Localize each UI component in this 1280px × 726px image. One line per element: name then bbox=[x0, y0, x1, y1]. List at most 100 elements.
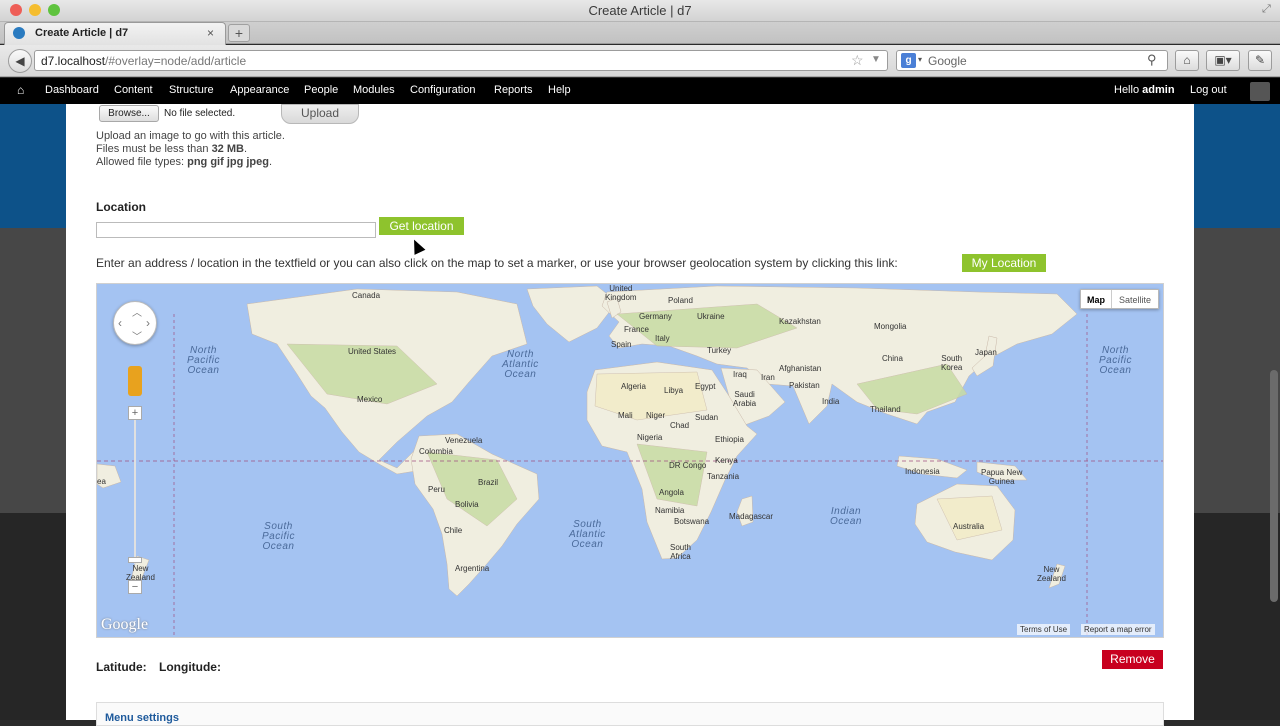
toolbar-configuration[interactable]: Configuration bbox=[410, 84, 475, 96]
url-host: d7.localhost bbox=[41, 54, 106, 68]
map-label-india: India bbox=[822, 397, 840, 406]
toolbar-modules[interactable]: Modules bbox=[353, 84, 395, 96]
map-label-united-kingdom: United Kingdom bbox=[605, 284, 637, 302]
map-label-afghanistan: Afghanistan bbox=[779, 364, 822, 373]
report-map-error-link[interactable]: Report a map error bbox=[1081, 624, 1155, 635]
map-label-chad: Chad bbox=[670, 421, 690, 430]
world-map-graphic bbox=[97, 285, 1163, 637]
map-label-mexico: Mexico bbox=[357, 395, 383, 404]
street-view-pegman-icon[interactable] bbox=[128, 366, 142, 396]
bookmarks-icon: ▣▾ bbox=[1214, 53, 1232, 67]
toolbar-username[interactable]: admin bbox=[1142, 84, 1174, 96]
pan-control[interactable]: ︿ ﹀ ‹ › bbox=[113, 301, 157, 345]
map-label-iraq: Iraq bbox=[733, 370, 747, 379]
map-type-satellite-button[interactable]: Satellite bbox=[1112, 290, 1158, 308]
map-label-kazakhstan: Kazakhstan bbox=[779, 317, 821, 326]
size-limit-suffix: . bbox=[243, 143, 248, 155]
location-input[interactable] bbox=[96, 222, 376, 238]
map-label-colombia: Colombia bbox=[419, 447, 453, 456]
map-canvas[interactable]: Canada United States Mexico Venezuela Co… bbox=[96, 283, 1164, 638]
map-label-france: France bbox=[624, 325, 649, 334]
map-label-pakistan: Pakistan bbox=[789, 381, 820, 390]
search-icon[interactable]: ⚲ bbox=[1147, 52, 1157, 68]
map-label-namibia: Namibia bbox=[655, 506, 685, 515]
remove-button[interactable]: Remove bbox=[1102, 650, 1163, 669]
home-button[interactable]: ⌂ bbox=[1175, 50, 1199, 71]
toolbar-logout[interactable]: Log out bbox=[1190, 84, 1227, 96]
map-label-argentina: Argentina bbox=[455, 564, 490, 573]
url-dropdown-icon[interactable]: ▼ bbox=[871, 54, 881, 65]
toolbar-dashboard[interactable]: Dashboard bbox=[45, 84, 99, 96]
toolbar-appearance[interactable]: Appearance bbox=[230, 84, 289, 96]
latitude-label: Latitude: bbox=[96, 660, 147, 674]
get-location-button[interactable]: Get location bbox=[379, 217, 464, 235]
map-label-tanzania: Tanzania bbox=[707, 472, 740, 481]
map-label-new-zealand: New Zealand bbox=[1037, 565, 1066, 583]
ocean-label-indian: Indian Ocean bbox=[830, 506, 862, 527]
pan-down-icon[interactable]: ﹀ bbox=[132, 328, 142, 343]
menu-settings-link[interactable]: Menu settings bbox=[105, 712, 179, 724]
toolbar-drawer-toggle[interactable] bbox=[1250, 82, 1270, 101]
map-label-madagascar: Madagascar bbox=[729, 512, 774, 521]
my-location-button[interactable]: My Location bbox=[962, 254, 1046, 272]
map-label-ukraine: Ukraine bbox=[697, 312, 725, 321]
toolbar-people[interactable]: People bbox=[304, 84, 338, 96]
pan-up-icon[interactable]: ︿ bbox=[132, 304, 142, 319]
search-bar[interactable]: g ▾ Google ⚲ bbox=[896, 50, 1168, 71]
map-label-libya: Libya bbox=[664, 386, 684, 395]
pan-right-icon[interactable]: › bbox=[146, 316, 150, 330]
map-label-poland: Poland bbox=[668, 296, 693, 305]
toolbar-structure[interactable]: Structure bbox=[169, 84, 214, 96]
page-scrollbar-thumb[interactable] bbox=[1270, 370, 1278, 602]
map-label-united-states: United States bbox=[348, 347, 397, 356]
fullscreen-icon[interactable]: ⤢ bbox=[1262, 3, 1271, 16]
bookmarks-menu-button[interactable]: ▣▾ bbox=[1206, 50, 1240, 71]
allowed-types-value: png gif jpg jpeg bbox=[187, 156, 269, 168]
admin-toolbar: ⌂ Dashboard Content Structure Appearance… bbox=[0, 78, 1280, 104]
new-tab-button[interactable]: + bbox=[228, 24, 250, 42]
browse-button[interactable]: Browse... bbox=[99, 105, 159, 122]
tab-close-icon[interactable]: × bbox=[207, 26, 214, 40]
image-help-text: Upload an image to go with this article. bbox=[96, 130, 285, 142]
bookmark-star-icon[interactable]: ☆ bbox=[851, 52, 864, 69]
map-label-australia: Australia bbox=[953, 522, 985, 531]
search-engine-dropdown-icon[interactable]: ▾ bbox=[918, 55, 922, 64]
map-label-spain: Spain bbox=[611, 340, 632, 349]
map-label-algeria: Algeria bbox=[621, 382, 646, 391]
address-bar[interactable]: d7.localhost/#overlay=node/add/article ☆… bbox=[34, 50, 888, 71]
longitude-label: Longitude: bbox=[159, 660, 221, 674]
map-label-brazil: Brazil bbox=[478, 478, 499, 487]
map-label-canada: Canada bbox=[352, 291, 381, 300]
map-label-angola: Angola bbox=[659, 488, 684, 497]
back-button[interactable]: ◀ bbox=[8, 49, 32, 73]
zoom-slider-track[interactable] bbox=[134, 414, 136, 564]
ocean-label-north-pacific-right: North Pacific Ocean bbox=[1099, 345, 1132, 376]
tab-create-article[interactable]: Create Article | d7 × bbox=[4, 22, 226, 45]
pan-left-icon[interactable]: ‹ bbox=[118, 316, 122, 330]
zoom-slider-thumb[interactable] bbox=[128, 557, 142, 563]
url-path: /#overlay=node/add/article bbox=[105, 54, 247, 68]
map-type-control: Map Satellite bbox=[1080, 289, 1159, 309]
toolbar-help[interactable]: Help bbox=[548, 84, 571, 96]
google-logo[interactable]: Google bbox=[101, 616, 148, 634]
toolbar-reports[interactable]: Reports bbox=[494, 84, 533, 96]
size-limit-value: 32 MB bbox=[211, 143, 244, 155]
back-arrow-icon: ◀ bbox=[15, 54, 25, 68]
zoom-out-button[interactable]: − bbox=[128, 580, 142, 594]
ocean-label-north-pacific-left: North Pacific Ocean bbox=[187, 345, 220, 376]
home-icon[interactable]: ⌂ bbox=[17, 83, 24, 97]
map-label-partial: ea bbox=[97, 477, 106, 486]
search-input[interactable]: Google bbox=[928, 54, 967, 68]
zoom-in-button[interactable]: + bbox=[128, 406, 142, 420]
toolbar-content[interactable]: Content bbox=[114, 84, 153, 96]
map-label-japan: Japan bbox=[975, 348, 997, 357]
map-label-egypt: Egypt bbox=[695, 382, 716, 391]
upload-button[interactable]: Upload bbox=[281, 104, 359, 124]
google-search-engine-icon[interactable]: g bbox=[901, 53, 916, 68]
map-type-map-button[interactable]: Map bbox=[1081, 290, 1112, 308]
ocean-label-south-pacific: South Pacific Ocean bbox=[262, 521, 295, 552]
tools-button[interactable]: ✎ bbox=[1248, 50, 1272, 71]
map-label-indonesia: Indonesia bbox=[905, 467, 940, 476]
map-label-germany: Germany bbox=[639, 312, 672, 321]
terms-of-use-link[interactable]: Terms of Use bbox=[1017, 624, 1071, 635]
